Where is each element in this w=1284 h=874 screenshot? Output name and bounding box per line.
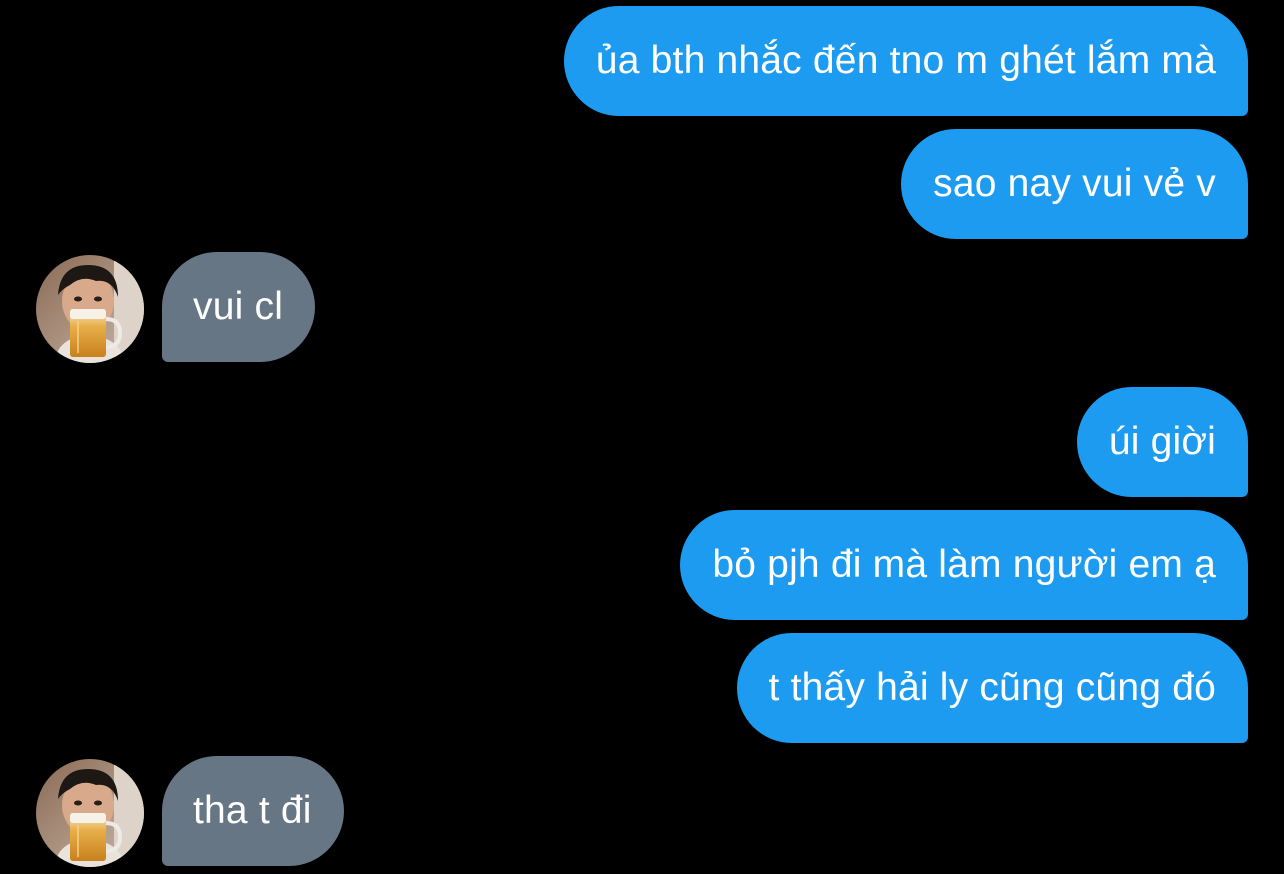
message-bubble-incoming[interactable]: vui cl	[162, 252, 316, 362]
contact-avatar-photo-icon	[36, 255, 144, 363]
message-text: t thấy hải ly cũng cũng đó	[768, 666, 1216, 709]
message-bubble-incoming[interactable]: tha t đi	[162, 756, 344, 866]
message-text: vui cl	[193, 285, 284, 328]
contact-avatar[interactable]	[36, 255, 144, 363]
message-thread: ủa bth nhắc đến tno m ghét lắm mà sao na…	[0, 0, 1284, 874]
contact-avatar-photo-icon	[36, 759, 144, 867]
message-text: bỏ pjh đi mà làm người em ạ	[712, 543, 1216, 586]
message-text: ủa bth nhắc đến tno m ghét lắm mà	[595, 39, 1216, 82]
message-bubble-outgoing[interactable]: sao nay vui vẻ v	[901, 129, 1248, 239]
message-text: sao nay vui vẻ v	[933, 162, 1216, 205]
message-text: tha t đi	[193, 789, 312, 832]
message-bubble-outgoing[interactable]: úi giời	[1076, 387, 1248, 497]
message-bubble-outgoing[interactable]: ủa bth nhắc đến tno m ghét lắm mà	[563, 6, 1248, 116]
contact-avatar[interactable]	[36, 759, 144, 867]
message-bubble-outgoing[interactable]: t thấy hải ly cũng cũng đó	[736, 633, 1248, 743]
message-text: úi giời	[1108, 420, 1216, 463]
message-bubble-outgoing[interactable]: bỏ pjh đi mà làm người em ạ	[680, 510, 1248, 620]
